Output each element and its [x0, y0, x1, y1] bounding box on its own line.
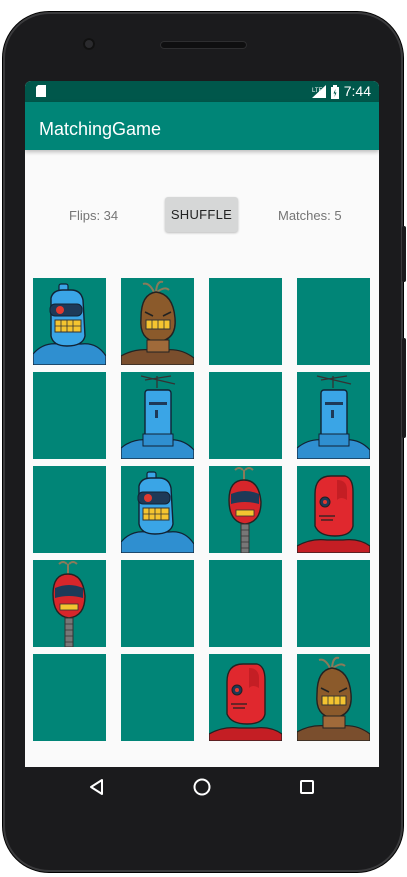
game-controls: Flips: 34 SHUFFLE Matches: 5	[25, 197, 379, 233]
matches-counter: Matches: 5	[278, 208, 342, 223]
navigation-bar	[0, 767, 407, 811]
card-blue-antenna-robot[interactable]	[297, 372, 370, 459]
blue-antenna-robot-icon	[297, 375, 370, 459]
card-red-sprout-robot[interactable]	[209, 466, 282, 553]
shuffle-button[interactable]: SHUFFLE	[165, 197, 238, 232]
red-hood-robot-icon	[297, 475, 370, 553]
recents-square-icon	[300, 780, 314, 794]
blue-visor-robot-icon	[121, 471, 194, 553]
app-bar: MatchingGame	[25, 102, 379, 150]
card-face-down[interactable]	[297, 560, 370, 647]
recents-button[interactable]	[287, 767, 327, 807]
card-face-down[interactable]	[121, 560, 194, 647]
card-brown-sack-robot[interactable]	[297, 654, 370, 741]
screen: LTE 7:44 MatchingGame Flips: 34 SHUFFLE …	[25, 81, 379, 767]
home-circle-icon	[193, 778, 211, 796]
blue-visor-robot-icon	[33, 283, 106, 365]
earpiece-speaker	[160, 41, 247, 49]
back-button[interactable]	[77, 767, 117, 807]
blue-antenna-robot-icon	[121, 375, 194, 459]
card-blue-antenna-robot[interactable]	[121, 372, 194, 459]
sd-card-icon	[36, 85, 46, 97]
app-title: MatchingGame	[39, 119, 162, 139]
card-blue-visor-robot[interactable]	[33, 278, 106, 365]
svg-text:LTE: LTE	[312, 88, 323, 94]
brown-sack-robot-icon	[297, 656, 370, 741]
card-red-hood-robot[interactable]	[209, 654, 282, 741]
card-brown-sack-robot[interactable]	[121, 278, 194, 365]
card-face-down[interactable]	[121, 654, 194, 741]
card-face-down[interactable]	[297, 278, 370, 365]
card-face-down[interactable]	[209, 372, 282, 459]
card-blue-visor-robot[interactable]	[121, 466, 194, 553]
card-face-down[interactable]	[33, 654, 106, 741]
card-face-down[interactable]	[209, 560, 282, 647]
battery-icon	[330, 84, 339, 99]
home-button[interactable]	[182, 767, 222, 807]
flips-counter: Flips: 34	[69, 208, 119, 223]
brown-sack-robot-icon	[121, 280, 194, 365]
back-triangle-icon	[90, 779, 103, 795]
front-camera	[83, 38, 95, 50]
signal-icon: LTE	[311, 85, 326, 98]
status-bar: LTE 7:44	[25, 81, 379, 102]
power-button	[402, 226, 406, 282]
status-time: 7:44	[343, 83, 371, 99]
red-sprout-robot-icon	[52, 561, 86, 647]
red-sprout-robot-icon	[228, 467, 262, 553]
card-red-sprout-robot[interactable]	[33, 560, 106, 647]
card-face-down[interactable]	[209, 278, 282, 365]
card-red-hood-robot[interactable]	[297, 466, 370, 553]
card-face-down[interactable]	[33, 466, 106, 553]
card-grid	[33, 278, 371, 741]
red-hood-robot-icon	[209, 663, 282, 741]
volume-button	[402, 338, 406, 438]
card-face-down[interactable]	[33, 372, 106, 459]
